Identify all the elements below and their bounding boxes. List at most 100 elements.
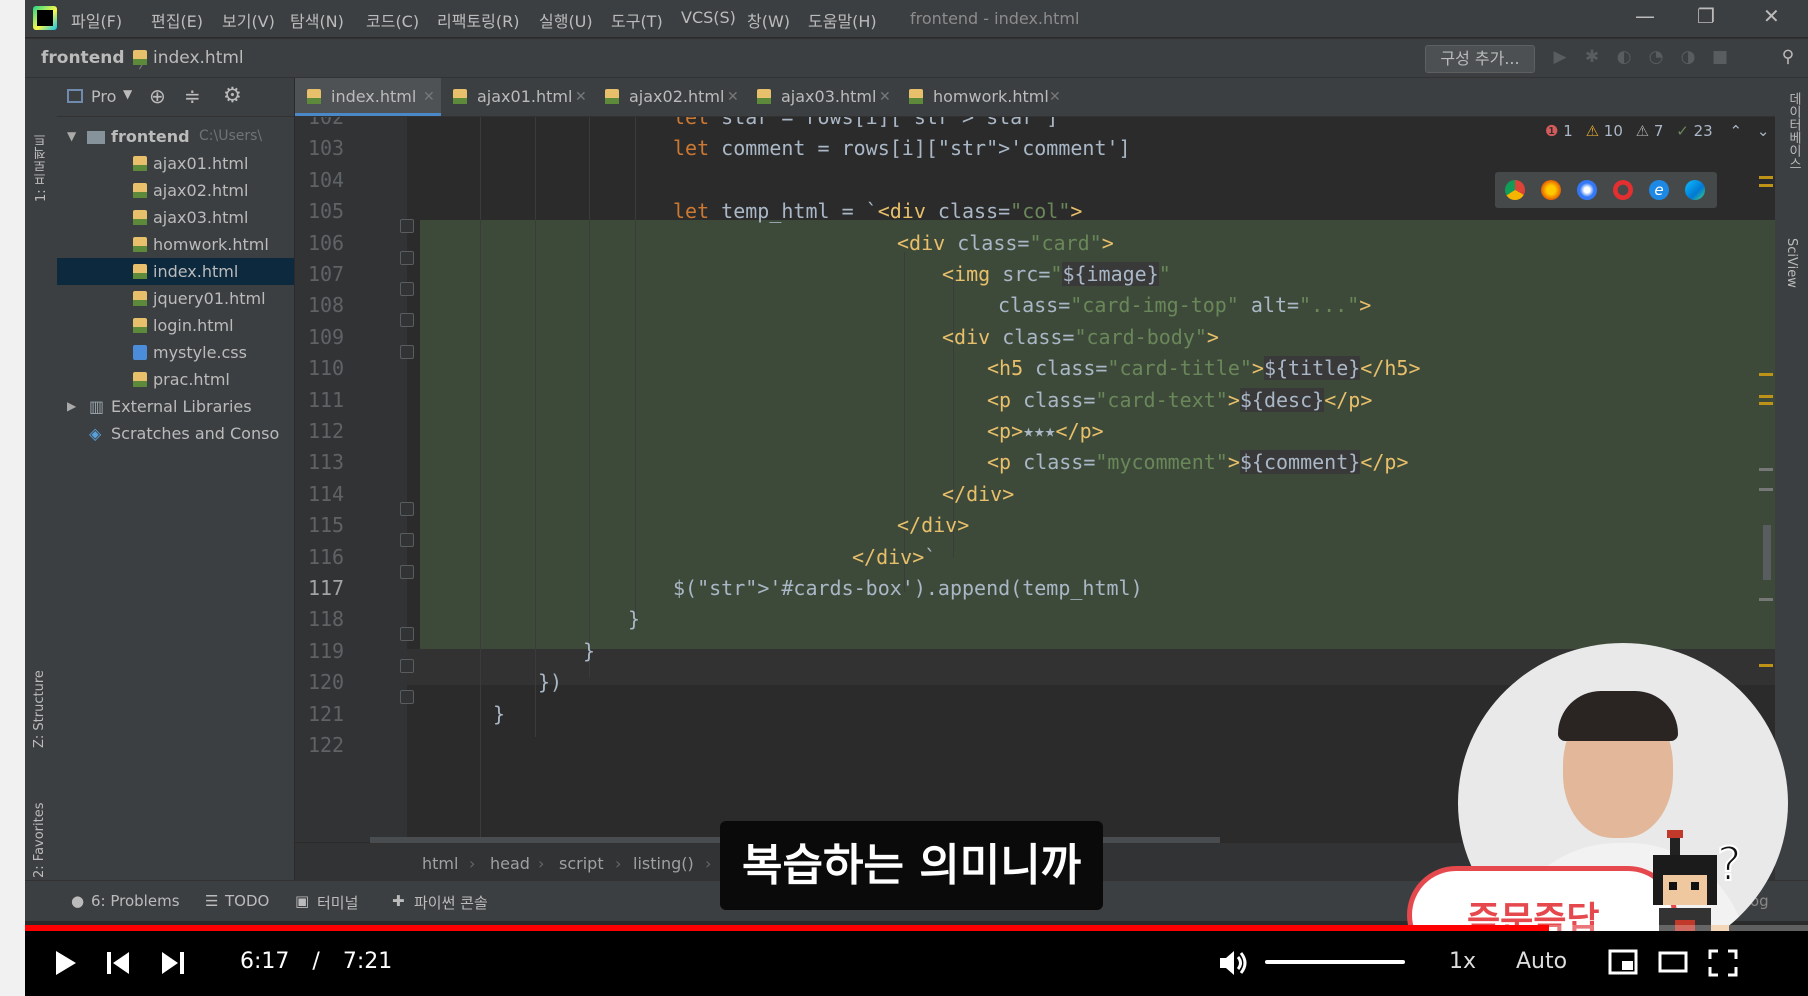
- project-tool-label[interactable]: 1: 프로젝트: [32, 92, 51, 202]
- breadcrumb-script[interactable]: script: [559, 854, 604, 873]
- structure-tool-label[interactable]: Z: Structure: [32, 628, 47, 748]
- stop-icon[interactable]: ■: [1711, 48, 1729, 66]
- tree-file-login[interactable]: login.html: [57, 312, 294, 339]
- code-line[interactable]: <div class="card-body">: [942, 325, 1219, 349]
- edge-icon[interactable]: [1685, 180, 1705, 200]
- restore-icon[interactable]: ❐: [1697, 4, 1715, 28]
- tree-file-ajax02[interactable]: ajax02.html: [57, 177, 294, 204]
- opera-icon[interactable]: [1613, 180, 1633, 200]
- quality-setting[interactable]: Auto: [1516, 949, 1567, 974]
- menu-window[interactable]: 창(W): [747, 8, 790, 32]
- fold-marker-icon[interactable]: [400, 219, 414, 234]
- collapse-all-icon[interactable]: ≑: [184, 84, 201, 108]
- add-configuration-button[interactable]: 구성 추가...: [1425, 45, 1535, 73]
- code-line[interactable]: let temp_html = `<div class="col">: [673, 199, 1082, 223]
- tree-file-ajax03[interactable]: ajax03.html: [57, 204, 294, 231]
- menu-navigate[interactable]: 탐색(N): [290, 8, 344, 32]
- chevron-right-icon[interactable]: ▶: [67, 393, 76, 420]
- next-icon[interactable]: [160, 949, 186, 977]
- video-player[interactable]: 파일(F) 편집(E) 보기(V) 탐색(N) 코드(C) 리팩토링(R) 실행…: [0, 0, 1808, 996]
- warning-marker[interactable]: [1759, 395, 1773, 398]
- build-icon[interactable]: ◑: [1679, 48, 1697, 66]
- volume-slider[interactable]: [1265, 960, 1405, 964]
- typo-marker[interactable]: [1759, 468, 1773, 471]
- tree-file-homwork[interactable]: homwork.html: [57, 231, 294, 258]
- menu-vcs[interactable]: VCS(S): [681, 8, 736, 27]
- code-line[interactable]: }: [628, 607, 640, 631]
- inspection-widget[interactable]: ❶ 1 ⚠ 10 ⚠ 7 ✓ 23 ⌃ ⌄: [1545, 122, 1769, 140]
- code-line[interactable]: <p class="mycomment">${comment}</p>: [987, 450, 1408, 475]
- terminal-tool-button[interactable]: 터미널: [317, 892, 358, 913]
- menu-view[interactable]: 보기(V): [222, 8, 275, 32]
- tree-scratches[interactable]: ◈ Scratches and Conso: [57, 420, 294, 447]
- tab-ajax02[interactable]: ajax02.html ✕: [593, 78, 745, 116]
- warning-marker[interactable]: [1759, 664, 1773, 667]
- fold-marker-icon[interactable]: [400, 658, 414, 673]
- code-line[interactable]: <p>⭑⭑⭑</p>: [987, 419, 1104, 443]
- tree-file-jquery01[interactable]: jquery01.html: [57, 285, 294, 312]
- nav-project[interactable]: frontend: [41, 48, 125, 68]
- internet-explorer-icon[interactable]: e: [1649, 180, 1669, 200]
- fold-marker-icon[interactable]: [400, 627, 414, 642]
- tab-close-icon[interactable]: ✕: [727, 78, 739, 116]
- breadcrumb-head[interactable]: head: [490, 854, 530, 873]
- warning-marker[interactable]: [1759, 176, 1773, 179]
- menu-file[interactable]: 파일(F): [71, 8, 122, 32]
- search-icon[interactable]: ⚲: [1779, 48, 1797, 66]
- gear-icon[interactable]: ⚙: [223, 83, 242, 107]
- tab-close-icon[interactable]: ✕: [423, 78, 435, 116]
- fold-marker-icon[interactable]: [400, 282, 414, 296]
- problems-tool-button[interactable]: 6: Problems: [91, 892, 180, 910]
- minimize-icon[interactable]: —: [1635, 4, 1655, 28]
- fold-marker-icon[interactable]: [400, 250, 414, 265]
- volume-icon[interactable]: [1218, 948, 1250, 978]
- previous-icon[interactable]: [105, 949, 131, 977]
- menu-refactor[interactable]: 리팩토링(R): [437, 8, 519, 32]
- code-line[interactable]: </div>: [942, 482, 1014, 506]
- chevron-down-icon[interactable]: ▼: [123, 87, 132, 101]
- breadcrumb-listing[interactable]: listing(): [633, 854, 694, 873]
- menu-code[interactable]: 코드(C): [366, 8, 419, 32]
- code-line[interactable]: let comment = rows[i]["str">'comment']: [673, 136, 1131, 160]
- favorites-tool-label[interactable]: 2: Favorites: [32, 768, 47, 878]
- sciview-tool-label[interactable]: SciView: [1784, 238, 1799, 328]
- fold-marker-icon[interactable]: [400, 313, 414, 328]
- tab-index[interactable]: index.html ✕: [295, 78, 441, 116]
- play-icon[interactable]: [53, 949, 79, 977]
- code-line[interactable]: </div>`: [852, 545, 936, 569]
- safari-icon[interactable]: [1577, 180, 1597, 200]
- menu-help[interactable]: 도움말(H): [808, 8, 877, 32]
- menu-run[interactable]: 실행(U): [539, 8, 593, 32]
- nav-file[interactable]: index.html: [153, 48, 244, 68]
- debug-icon[interactable]: ✱: [1583, 48, 1601, 66]
- code-line[interactable]: </div>: [897, 513, 969, 537]
- fold-marker-icon[interactable]: [400, 690, 414, 705]
- tree-file-mystyle[interactable]: mystyle.css: [57, 339, 294, 366]
- python-console-tool-button[interactable]: 파이썬 콘솔: [414, 892, 488, 913]
- code-line[interactable]: }): [538, 670, 562, 694]
- tree-external-libraries[interactable]: ▶ ▥ External Libraries: [57, 393, 294, 420]
- chevron-up-icon[interactable]: ⌃: [1729, 122, 1742, 140]
- menu-tools[interactable]: 도구(T): [611, 8, 663, 32]
- tree-file-ajax01[interactable]: ajax01.html: [57, 150, 294, 177]
- fold-marker-icon[interactable]: [400, 501, 414, 516]
- video-frame[interactable]: 파일(F) 편집(E) 보기(V) 탐색(N) 코드(C) 리팩토링(R) 실행…: [25, 0, 1808, 996]
- fold-marker-icon[interactable]: [400, 564, 414, 579]
- close-icon[interactable]: ✕: [1763, 4, 1780, 28]
- playback-speed[interactable]: 1x: [1449, 949, 1476, 974]
- tree-root-frontend[interactable]: ▼ frontend C:\Users\: [57, 123, 294, 150]
- code-line[interactable]: let star = rows[i]["str">'star']: [673, 117, 1058, 129]
- typo-marker[interactable]: [1759, 488, 1773, 491]
- todo-tool-button[interactable]: TODO: [225, 892, 269, 910]
- code-line[interactable]: <img src="${image}": [942, 262, 1171, 286]
- theater-mode-icon[interactable]: [1658, 949, 1688, 975]
- tab-homwork[interactable]: homwork.html ✕: [897, 78, 1067, 116]
- project-view-selector[interactable]: Pro: [91, 87, 116, 106]
- tab-ajax01[interactable]: ajax01.html ✕: [441, 78, 593, 116]
- fullscreen-icon[interactable]: [1708, 949, 1738, 977]
- code-line[interactable]: class="card-img-top" alt="...">: [998, 293, 1371, 317]
- code-line[interactable]: <p class="card-text">${desc}</p>: [987, 387, 1372, 412]
- typo-marker[interactable]: [1759, 598, 1773, 601]
- code-line[interactable]: $("str">'#cards-box').append(temp_html): [673, 576, 1143, 600]
- database-tool-label[interactable]: 데이터베이스: [1784, 92, 1803, 222]
